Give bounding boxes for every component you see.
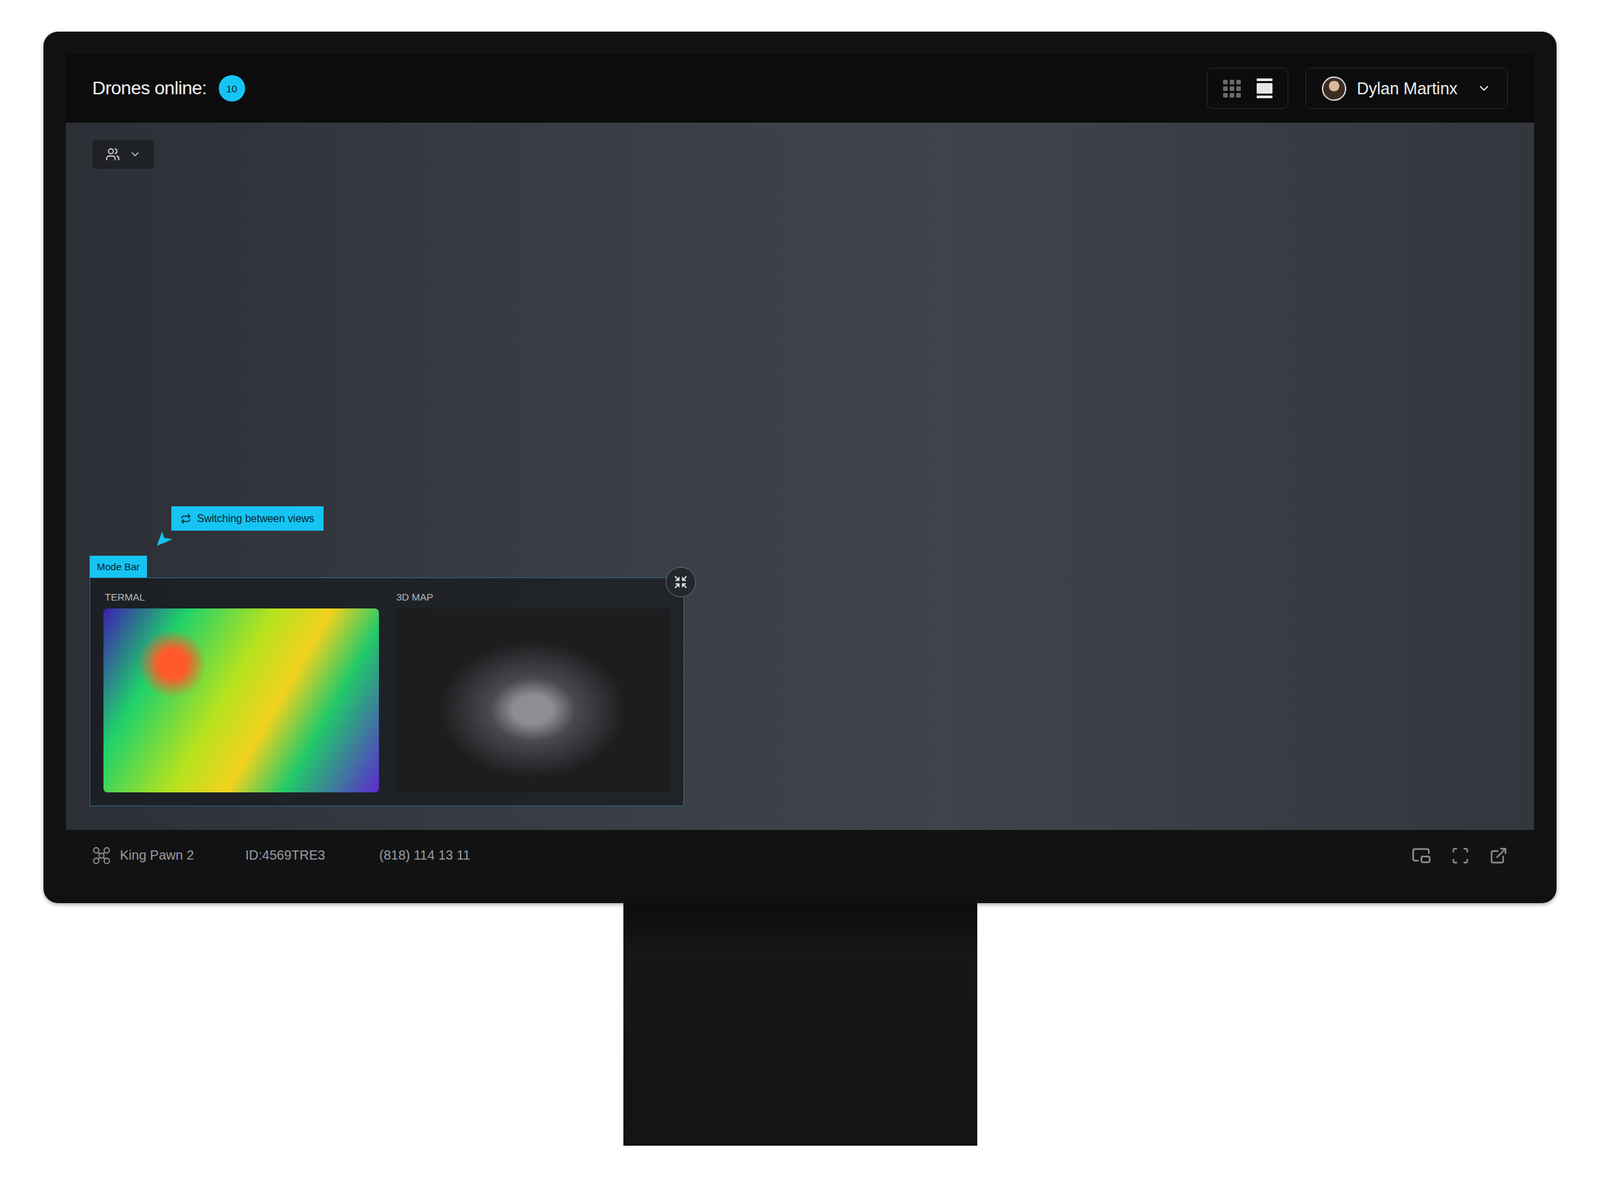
screen: Drones online: 10 Dylan Martinx Switching b… <box>65 54 1535 881</box>
fullscreen-icon <box>1451 846 1470 865</box>
drone-icon <box>92 846 111 865</box>
chevron-down-icon <box>1476 81 1492 96</box>
collapse-icon <box>673 574 688 590</box>
mode-bar-label: Mode Bar <box>89 555 147 578</box>
view-toggle-button[interactable] <box>1256 77 1274 99</box>
mode-bar: Switching between viewsMode BarTERMAL3D … <box>89 577 685 806</box>
view-toggle <box>1206 67 1289 109</box>
view-preview <box>395 608 671 793</box>
tooltip: Switching between views <box>171 506 324 531</box>
external-link-icon <box>1489 846 1508 865</box>
drone-id: ID:4569TRE3 <box>245 847 325 863</box>
picture-in-picture-icon <box>1411 845 1432 866</box>
drone-info: King Pawn 2 ID:4569TRE3 (818) 114 13 11 <box>92 846 471 865</box>
picture-in-picture-button[interactable] <box>1411 845 1432 866</box>
camera-select[interactable] <box>91 139 155 170</box>
view-card[interactable]: TERMAL <box>103 591 379 793</box>
footer-actions <box>1411 845 1508 866</box>
camera-feed: Switching between views Mode Bar TERMAL 3D … <box>65 122 1535 830</box>
footer-bar: King Pawn 2 ID:4569TRE3 (818) 114 13 11 <box>65 829 1535 881</box>
list-icon <box>1256 77 1274 99</box>
user-name: Dylan Martinx <box>1356 79 1467 99</box>
grid-icon <box>1221 78 1242 99</box>
avatar-icon <box>1321 76 1347 101</box>
fullscreen-button[interactable] <box>1451 846 1470 865</box>
drone-name-text: King Pawn 2 <box>119 847 194 863</box>
drones-count-badge: 10 <box>218 75 246 102</box>
view-card[interactable]: 3D MAP <box>395 591 671 793</box>
page: Drones online: 10 Dylan Martinx Switching b… <box>0 0 1600 1180</box>
monitor: Drones online: 10 Dylan Martinx Switching b… <box>43 31 1557 903</box>
header-bar: Drones online: 10 Dylan Martinx <box>65 54 1535 123</box>
collapse-button[interactable] <box>665 566 696 598</box>
view-toggle-button[interactable] <box>1221 78 1242 99</box>
drones-title: Drones online: <box>92 77 207 99</box>
header-actions: Dylan Martinx <box>1206 67 1508 109</box>
cursor-icon <box>155 529 174 547</box>
repeat-icon <box>180 513 192 524</box>
view-title: 3D MAP <box>395 591 671 603</box>
users-icon <box>105 146 120 162</box>
drone-phone: (818) 114 13 11 <box>378 847 470 863</box>
drones-status: Drones online: 10 <box>92 75 246 102</box>
chevron-down-icon <box>129 148 142 161</box>
view-title: TERMAL <box>103 591 379 603</box>
view-preview <box>103 608 379 793</box>
drone-name: King Pawn 2 <box>92 846 194 865</box>
user-menu[interactable]: Dylan Martinx <box>1305 67 1508 109</box>
open-external-button[interactable] <box>1489 846 1508 865</box>
monitor-stand <box>623 902 978 1146</box>
mode-panel: TERMAL 3D MAP <box>89 577 685 806</box>
